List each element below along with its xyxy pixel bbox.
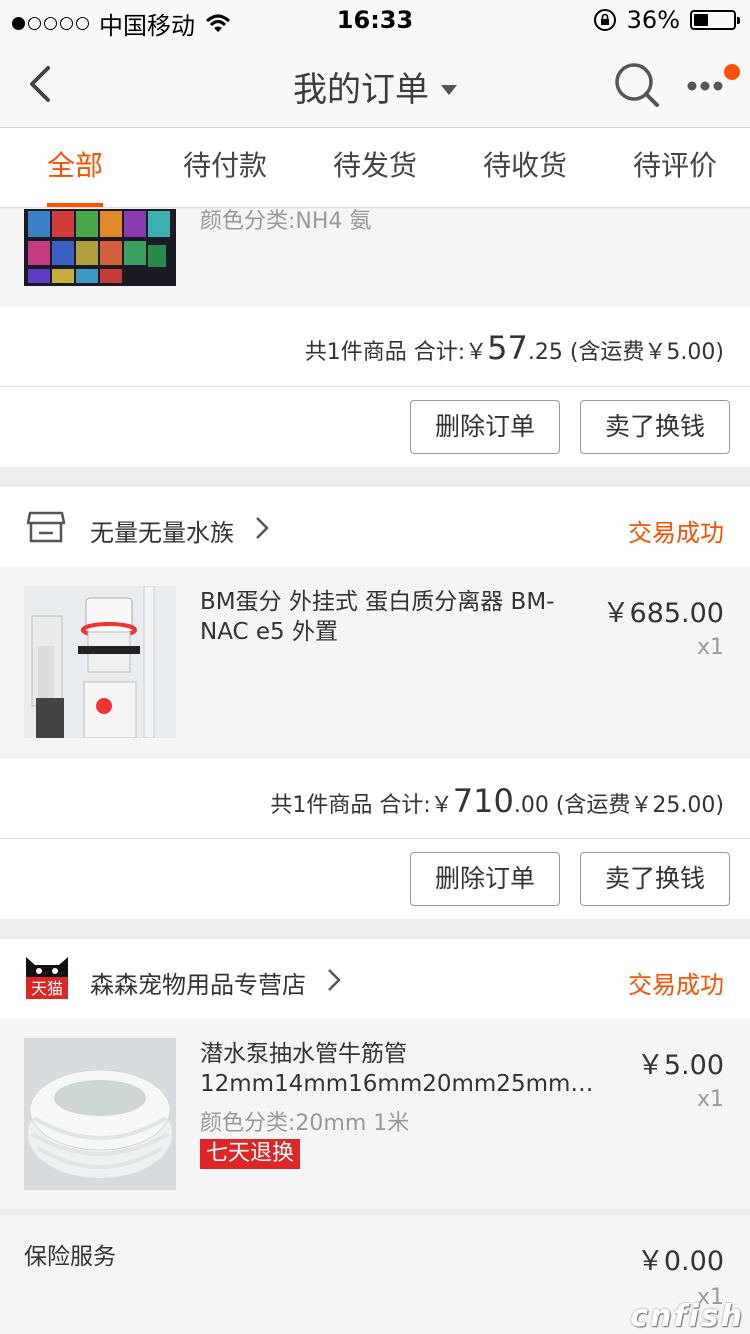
total-prefix: 共1件商品 合计:￥ [270,793,453,818]
order-item-row[interactable]: 颜色分类:NH4 氨 [0,209,750,307]
order-status: 交易成功 [628,971,724,999]
sell-for-cash-button[interactable]: 卖了换钱 [580,852,730,906]
order-item-row[interactable]: 潜水泵抽水管牛筋管 12mm14mm16mm20mm25mm… 颜色分类:20m… [0,1019,750,1209]
sell-for-cash-button[interactable]: 卖了换钱 [580,400,730,454]
search-icon[interactable] [612,60,662,110]
order-actions: 删除订单 卖了换钱 [0,839,750,919]
product-quantity: x1 [696,635,724,660]
tab-pending-shipment[interactable]: 待发货 [300,128,450,207]
product-price: ￥685.00 [602,598,724,629]
battery-icon [690,10,740,30]
tmall-logo-icon: 天猫 [26,957,68,999]
chevron-right-icon [328,969,341,991]
page-title-text: 我的订单 [293,70,429,110]
delete-order-button[interactable]: 删除订单 [410,400,560,454]
order-actions: 删除订单 卖了换钱 [0,387,750,467]
total-suffix: (含运费￥5.00) [562,340,724,365]
product-image [24,209,176,286]
product-image [24,586,176,738]
product-image [24,1038,176,1190]
shop-name: 无量无量水族 [90,519,234,547]
total-integer: 710 [452,782,514,820]
insurance-service-price: ￥0.00 [636,1246,724,1277]
tab-pending-review[interactable]: 待评价 [600,128,750,207]
shop-header[interactable]: 无量无量水族 交易成功 [0,487,750,567]
product-quantity: x1 [696,1087,724,1112]
order-total: 共1件商品 合计:￥57.25 (含运费￥5.00) [305,329,724,367]
battery-percent: 36% [626,6,680,34]
total-prefix: 共1件商品 合计:￥ [304,340,488,365]
tmall-badge-text: 天猫 [31,979,63,998]
order-summary: 共1件商品 合计:￥710.00 (含运费￥25.00) [0,758,750,838]
insurance-service-label: 保险服务 [24,1244,116,1270]
order-item-row[interactable]: BM蛋分 外挂式 蛋白质分离器 BM-NAC e5 外置 ￥685.00 x1 [0,567,750,757]
tab-pending-receipt[interactable]: 待收货 [450,128,600,207]
seven-day-return-badge: 七天退换 [200,1139,301,1169]
order-tabs: 全部 待付款 待发货 待收货 待评价 [0,128,750,208]
chevron-right-icon [256,517,269,539]
product-price: ￥5.00 [636,1050,724,1081]
order-total: 共1件商品 合计:￥710.00 (含运费￥25.00) [270,782,724,820]
product-variant: 颜色分类:20mm 1米 [200,1111,410,1136]
status-bar: 中国移动 16:33 36% [0,0,750,40]
more-options-icon[interactable] [684,62,744,106]
total-decimal: .25 [527,340,563,365]
order-summary: 共1件商品 合计:￥57.25 (含运费￥5.00) [0,307,750,387]
product-title: 潜水泵抽水管牛筋管 12mm14mm16mm20mm25mm… [200,1041,594,1097]
total-integer: 57 [487,329,528,367]
store-icon [26,511,66,543]
watermark-logo: cnfish [630,1299,744,1334]
product-title: BM蛋分 外挂式 蛋白质分离器 BM-NAC e5 外置 [200,589,555,645]
delete-order-button[interactable]: 删除订单 [410,852,560,906]
rotation-lock-icon [593,9,616,31]
total-suffix: (含运费￥25.00) [548,793,724,818]
product-variant: 颜色分类:NH4 氨 [200,209,372,234]
tab-pending-payment[interactable]: 待付款 [150,128,300,207]
order-status: 交易成功 [628,519,724,547]
tab-all[interactable]: 全部 [0,128,150,207]
shop-header[interactable]: 天猫 森森宠物用品专营店 交易成功 [0,939,750,1019]
total-decimal: .00 [513,793,549,818]
nav-bar: 我的订单 [0,40,750,128]
dropdown-caret-icon [441,84,457,95]
shop-name: 森森宠物用品专营店 [90,971,306,999]
